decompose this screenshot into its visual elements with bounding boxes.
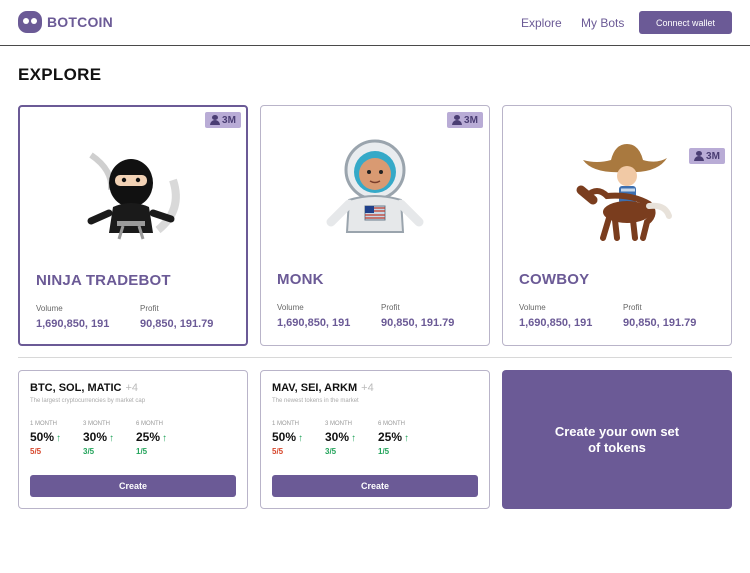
bot-card-monk[interactable]: 3M MONK Volume Profit 1,690,850, 191 90,…: [260, 105, 490, 346]
token-list: BTC, SOL, MATIC: [30, 382, 122, 394]
brand-name: BOTCOIN: [47, 14, 113, 30]
period-return: 30% ↑: [83, 430, 115, 444]
period-score: 3/5: [325, 447, 337, 456]
section-divider: [18, 357, 732, 358]
astronaut-icon: [326, 139, 424, 233]
period-3-month: 3 MONTH 30% ↑ 3/5: [325, 421, 375, 456]
period-label: 6 MONTH: [378, 421, 405, 427]
arrow-up-icon: ↑: [404, 433, 410, 444]
profit-label: Profit: [623, 303, 642, 312]
period-3-month: 3 MONTH 30% ↑ 3/5: [83, 421, 133, 456]
profit-value: 90,850, 191.79: [381, 317, 455, 329]
period-6-month: 6 MONTH 25% ↑ 1/5: [378, 421, 428, 456]
bot-name: COWBOY: [519, 271, 590, 288]
bot-name: NINJA TRADEBOT: [36, 272, 171, 289]
period-1-month: 1 MONTH 50% ↑ 5/5: [272, 421, 322, 456]
bot-name: MONK: [277, 271, 324, 288]
arrow-up-icon: ↑: [109, 433, 115, 444]
bot-card-cowboy[interactable]: 3M COWBOY Volume Profit 1,690,850, 191 9…: [502, 105, 732, 346]
period-score: 3/5: [83, 447, 95, 456]
users-badge: 3M: [447, 112, 483, 128]
volume-value: 1,690,850, 191: [519, 317, 593, 329]
period-label: 3 MONTH: [325, 421, 352, 427]
volume-label: Volume: [277, 303, 304, 312]
token-set-title: BTC, SOL, MATIC +4: [30, 382, 138, 394]
period-label: 3 MONTH: [83, 421, 110, 427]
users-count: 3M: [222, 114, 236, 126]
nav-my-bots-link[interactable]: My Bots: [581, 16, 624, 30]
cowboy-icon: [576, 144, 672, 241]
period-return: 50% ↑: [30, 430, 62, 444]
period-1-month: 1 MONTH 50% ↑ 5/5: [30, 421, 80, 456]
brand-logo[interactable]: BOTCOIN: [18, 11, 113, 33]
arrow-up-icon: ↑: [351, 433, 357, 444]
period-label: 6 MONTH: [136, 421, 163, 427]
robot-icon: [18, 11, 42, 33]
users-count: 3M: [464, 114, 478, 126]
profit-value: 90,850, 191.79: [140, 318, 214, 330]
connect-wallet-button[interactable]: Connect wallet: [639, 11, 732, 34]
period-label: 1 MONTH: [30, 421, 57, 427]
users-badge: 3M: [689, 148, 725, 164]
ninja-icon: [87, 152, 180, 240]
arrow-up-icon: ↑: [56, 433, 62, 444]
period-score: 5/5: [30, 447, 42, 456]
bot-card-ninja[interactable]: 3M NINJA TRADEBOT Volume Profit 1,690,85…: [18, 105, 248, 346]
period-6-month: 6 MONTH 25% ↑ 1/5: [136, 421, 186, 456]
user-icon: [210, 115, 221, 125]
user-icon: [452, 115, 463, 125]
profit-label: Profit: [381, 303, 400, 312]
period-score: 5/5: [272, 447, 284, 456]
token-set-card: MAV, SEI, ARKM +4 The newest tokens in th…: [260, 370, 490, 509]
token-set-title: MAV, SEI, ARKM +4: [272, 382, 374, 394]
token-set-description: The largest cryptocurrencies by market c…: [30, 398, 146, 404]
period-label: 1 MONTH: [272, 421, 299, 427]
token-set-card: BTC, SOL, MATIC +4 The largest cryptocurr…: [18, 370, 248, 509]
create-button[interactable]: Create: [30, 475, 236, 497]
volume-value: 1,690,850, 191: [36, 318, 110, 330]
volume-label: Volume: [519, 303, 546, 312]
token-list: MAV, SEI, ARKM: [272, 382, 358, 394]
period-score: 1/5: [378, 447, 390, 456]
volume-label: Volume: [36, 304, 63, 313]
nav-explore-link[interactable]: Explore: [521, 16, 562, 30]
top-bar: BOTCOIN Explore My Bots Connect wallet: [0, 0, 750, 46]
create-button[interactable]: Create: [272, 475, 478, 497]
token-set-description: The newest tokens in the market: [272, 398, 359, 404]
period-return: 25% ↑: [136, 430, 168, 444]
volume-value: 1,690,850, 191: [277, 317, 351, 329]
users-count: 3M: [706, 150, 720, 162]
users-badge: 3M: [205, 112, 241, 128]
profit-value: 90,850, 191.79: [623, 317, 697, 329]
page-title: EXPLORE: [18, 65, 102, 84]
arrow-up-icon: ↑: [298, 433, 304, 444]
user-icon: [694, 151, 705, 161]
period-return: 30% ↑: [325, 430, 357, 444]
create-own-token-set-button[interactable]: Create your own set of tokens: [502, 370, 732, 509]
token-more-count: +4: [361, 382, 374, 394]
arrow-up-icon: ↑: [162, 433, 168, 444]
period-return: 25% ↑: [378, 430, 410, 444]
period-return: 50% ↑: [272, 430, 304, 444]
period-score: 1/5: [136, 447, 148, 456]
profit-label: Profit: [140, 304, 159, 313]
token-more-count: +4: [125, 382, 139, 394]
